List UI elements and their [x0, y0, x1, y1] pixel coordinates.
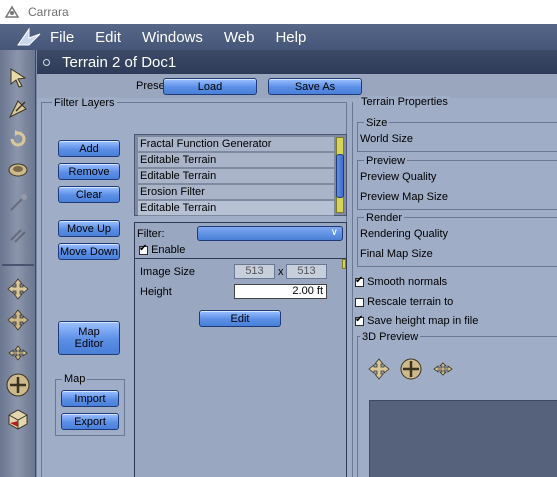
save-height-map-label: Save height map in file	[367, 315, 479, 327]
layer-item[interactable]: Editable Terrain	[138, 153, 334, 168]
tool-palette	[0, 50, 36, 477]
menu-windows[interactable]: Windows	[142, 29, 203, 46]
world-size-label[interactable]: World Size	[360, 133, 413, 145]
filter-layers-panel: Filter Layers Add Remove Clear Move Up M…	[41, 97, 347, 477]
dolly-icon[interactable]	[5, 372, 31, 398]
preview-3d-title: 3D Preview	[360, 331, 421, 343]
rotate-icon[interactable]	[5, 126, 31, 152]
preset-bar: Preset: Load Save As	[37, 74, 557, 98]
render-group: Render Rendering Quality Final Map Size	[357, 212, 557, 267]
preview-group-title: Preview	[364, 155, 408, 167]
rendering-quality-label[interactable]: Rendering Quality	[360, 228, 448, 240]
window-title: Carrara	[28, 5, 69, 19]
move-icon[interactable]	[5, 96, 31, 122]
document-header: Terrain 2 of Doc1	[37, 50, 557, 74]
carrara-logo-icon[interactable]	[16, 26, 42, 48]
disabled-link-icon	[5, 222, 31, 248]
move-4way-icon[interactable]	[366, 356, 392, 382]
save-height-map-row: Save height map in file	[355, 314, 479, 327]
smooth-normals-row: Smooth normals	[355, 275, 448, 288]
map-group-title: Map	[62, 373, 88, 385]
preview-quality-label[interactable]: Preview Quality	[360, 171, 436, 183]
select-arrow-icon[interactable]	[5, 64, 31, 90]
menu-file[interactable]: File	[50, 29, 74, 46]
add-layer-button[interactable]: Add	[58, 140, 120, 157]
main-content: Filter Layers Add Remove Clear Move Up M…	[37, 96, 557, 477]
chevron-down-icon: ∨	[330, 227, 338, 238]
document-bullet-icon	[43, 58, 50, 66]
preset-load-button[interactable]: Load	[163, 78, 257, 95]
disabled-tool-icon	[5, 190, 31, 216]
cube-view-icon[interactable]	[5, 406, 31, 432]
move-cross-icon[interactable]	[5, 307, 31, 333]
move-down-button[interactable]: Move Down	[58, 243, 120, 260]
window-titlebar: Carrara	[0, 0, 557, 24]
menu-help[interactable]: Help	[275, 29, 306, 46]
filter-label: Filter:	[137, 228, 165, 240]
enable-checkbox[interactable]	[139, 243, 148, 255]
preview-map-size-label[interactable]: Preview Map Size	[360, 191, 448, 203]
move-4way-icon[interactable]	[5, 276, 31, 302]
preset-save-as-button[interactable]: Save As	[268, 78, 362, 95]
size-group: Size World Size	[357, 117, 557, 152]
edit-filter-button[interactable]: Edit	[199, 310, 281, 327]
filter-settings-box: Filter: ∨ Enable Image Size 513 x 513 He…	[134, 222, 347, 477]
filter-layers-title: Filter Layers	[52, 97, 117, 109]
filter-head: Filter: ∨ Enable	[135, 223, 346, 259]
move-cross-small-icon[interactable]	[430, 356, 456, 382]
ring-icon[interactable]	[5, 156, 31, 182]
map-editor-label-line2: Editor	[74, 338, 104, 350]
layer-item[interactable]: Fractal Function Generator	[138, 137, 334, 152]
save-height-map-checkbox[interactable]	[355, 314, 364, 326]
move-up-button[interactable]: Move Up	[58, 220, 120, 237]
image-size-label: Image Size	[140, 266, 196, 278]
rescale-terrain-label: Rescale terrain to	[367, 296, 454, 308]
menubar: File Edit Windows Web Help	[0, 24, 557, 50]
smooth-normals-checkbox[interactable]	[355, 275, 364, 287]
image-size-height-field: 513	[286, 264, 327, 279]
terrain-3d-preview[interactable]	[369, 400, 557, 477]
layer-item[interactable]: Editable Terrain	[138, 169, 334, 184]
enable-row: Enable	[139, 243, 186, 256]
layer-list-scrollbar[interactable]	[336, 137, 344, 213]
move-cross-small-icon[interactable]	[5, 340, 31, 366]
height-label: Height	[140, 286, 172, 298]
remove-layer-button[interactable]: Remove	[58, 163, 120, 180]
height-input[interactable]: 2.00 ft	[234, 284, 327, 299]
filter-select[interactable]: ∨	[197, 226, 343, 241]
render-group-title: Render	[364, 212, 405, 224]
final-map-size-label[interactable]: Final Map Size	[360, 248, 433, 260]
layer-list-scroll-thumb[interactable]	[336, 154, 344, 198]
map-editor-label-line1: Map	[78, 326, 100, 338]
map-editor-button[interactable]: Map Editor	[58, 321, 120, 355]
filter-scroll-indicator[interactable]	[342, 259, 346, 269]
rescale-terrain-row: Rescale terrain to	[355, 296, 453, 308]
preview-group: Preview Preview Quality Preview Map Size	[357, 155, 557, 210]
image-size-width-field: 513	[234, 264, 275, 279]
enable-label: Enable	[151, 244, 186, 256]
terrain-properties-panel: Terrain Properties Size World Size Previ…	[352, 96, 557, 477]
layer-item-selected[interactable]: Editable Terrain	[138, 201, 334, 216]
smooth-normals-label: Smooth normals	[367, 276, 448, 288]
document-title: Terrain 2 of Doc1	[62, 53, 177, 71]
terrain-properties-title: Terrain Properties	[359, 96, 450, 108]
export-map-button[interactable]: Export	[61, 413, 119, 430]
dolly-icon[interactable]	[398, 356, 424, 382]
carrara-app-icon	[4, 5, 20, 18]
rescale-terrain-checkbox[interactable]	[355, 297, 364, 307]
map-group: Map Import Export	[55, 373, 125, 436]
image-size-x-label: x	[278, 266, 284, 278]
layer-item[interactable]: Erosion Filter	[138, 185, 334, 200]
size-group-title: Size	[364, 117, 390, 129]
filter-layer-list[interactable]: Fractal Function Generator Editable Terr…	[134, 134, 347, 216]
menu-web[interactable]: Web	[224, 29, 255, 46]
menu-edit[interactable]: Edit	[95, 29, 121, 46]
import-map-button[interactable]: Import	[61, 390, 119, 407]
clear-layers-button[interactable]: Clear	[58, 186, 120, 203]
